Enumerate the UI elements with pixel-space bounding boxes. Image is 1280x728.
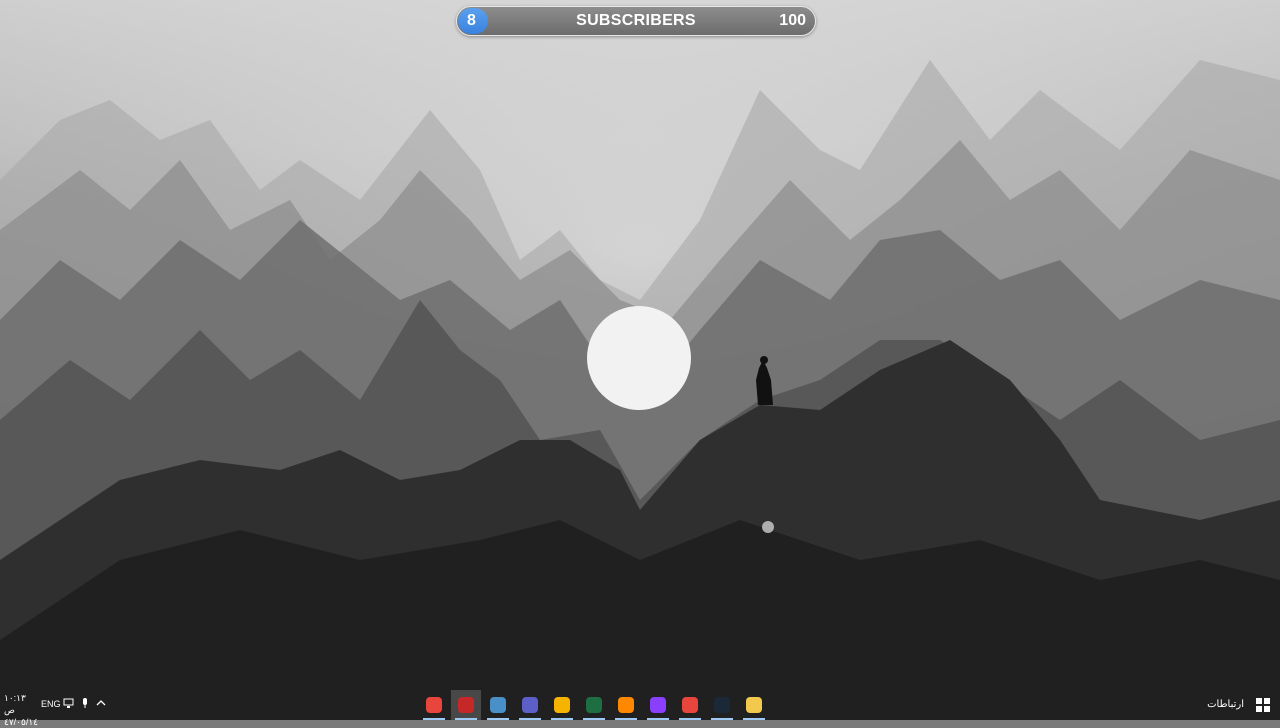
mountain-landscape bbox=[0, 0, 1280, 720]
taskbar-app-steam-icon[interactable] bbox=[707, 690, 737, 720]
taskbar-app-chrome-canary-icon[interactable] bbox=[419, 690, 449, 720]
vlc-icon bbox=[618, 697, 634, 713]
microphone-icon[interactable] bbox=[78, 697, 92, 711]
chrome-icon bbox=[682, 697, 698, 713]
messenger-icon bbox=[650, 697, 666, 713]
chrome-canary-icon bbox=[426, 697, 442, 713]
subscriber-title: SUBSCRIBERS bbox=[576, 12, 696, 29]
taskbar-app-chrome-icon[interactable] bbox=[675, 690, 705, 720]
taskbar-apps bbox=[419, 690, 779, 720]
taskbar-app-emoji-app-icon[interactable] bbox=[547, 690, 577, 720]
connections-label[interactable]: ارتباطات bbox=[1207, 699, 1244, 710]
taskbar-app-vlc-icon[interactable] bbox=[611, 690, 641, 720]
excel-icon bbox=[586, 697, 602, 713]
clock-time: ١٠:١٣ ص bbox=[4, 693, 26, 715]
moon bbox=[587, 306, 691, 410]
taskbar-app-messenger-icon[interactable] bbox=[643, 690, 673, 720]
network-icon[interactable] bbox=[62, 697, 76, 711]
file-explorer-icon bbox=[746, 697, 762, 713]
subscriber-goal-widget: 8 SUBSCRIBERS 100 bbox=[456, 6, 816, 36]
language-indicator[interactable]: ENG bbox=[41, 699, 61, 709]
taskbar-app-excel-icon[interactable] bbox=[579, 690, 609, 720]
subscriber-goal-count: 100 bbox=[779, 12, 806, 29]
taskbar-app-file-explorer-icon[interactable] bbox=[739, 690, 769, 720]
taskbar: ١٠:١٣ ص ٤٧/٠٥/١٤ ENG ارتباطات bbox=[0, 690, 1280, 727]
desktop-wallpaper bbox=[0, 0, 1280, 720]
taskbar-app-window-app-icon[interactable] bbox=[483, 690, 513, 720]
steam-icon bbox=[714, 697, 730, 713]
chevron-up-icon[interactable] bbox=[94, 697, 108, 711]
taskbar-app-circle-app-icon[interactable] bbox=[451, 690, 481, 720]
emoji-app-icon bbox=[554, 697, 570, 713]
circle-app-icon bbox=[458, 697, 474, 713]
taskbar-clock[interactable]: ١٠:١٣ ص ٤٧/٠٥/١٤ bbox=[4, 692, 38, 728]
taskbar-app-teams-icon[interactable] bbox=[515, 690, 545, 720]
teams-icon bbox=[522, 697, 538, 713]
window-app-icon bbox=[490, 697, 506, 713]
windows-start-icon[interactable] bbox=[1256, 698, 1270, 712]
clock-date: ٤٧/٠٥/١٤ bbox=[4, 717, 39, 727]
